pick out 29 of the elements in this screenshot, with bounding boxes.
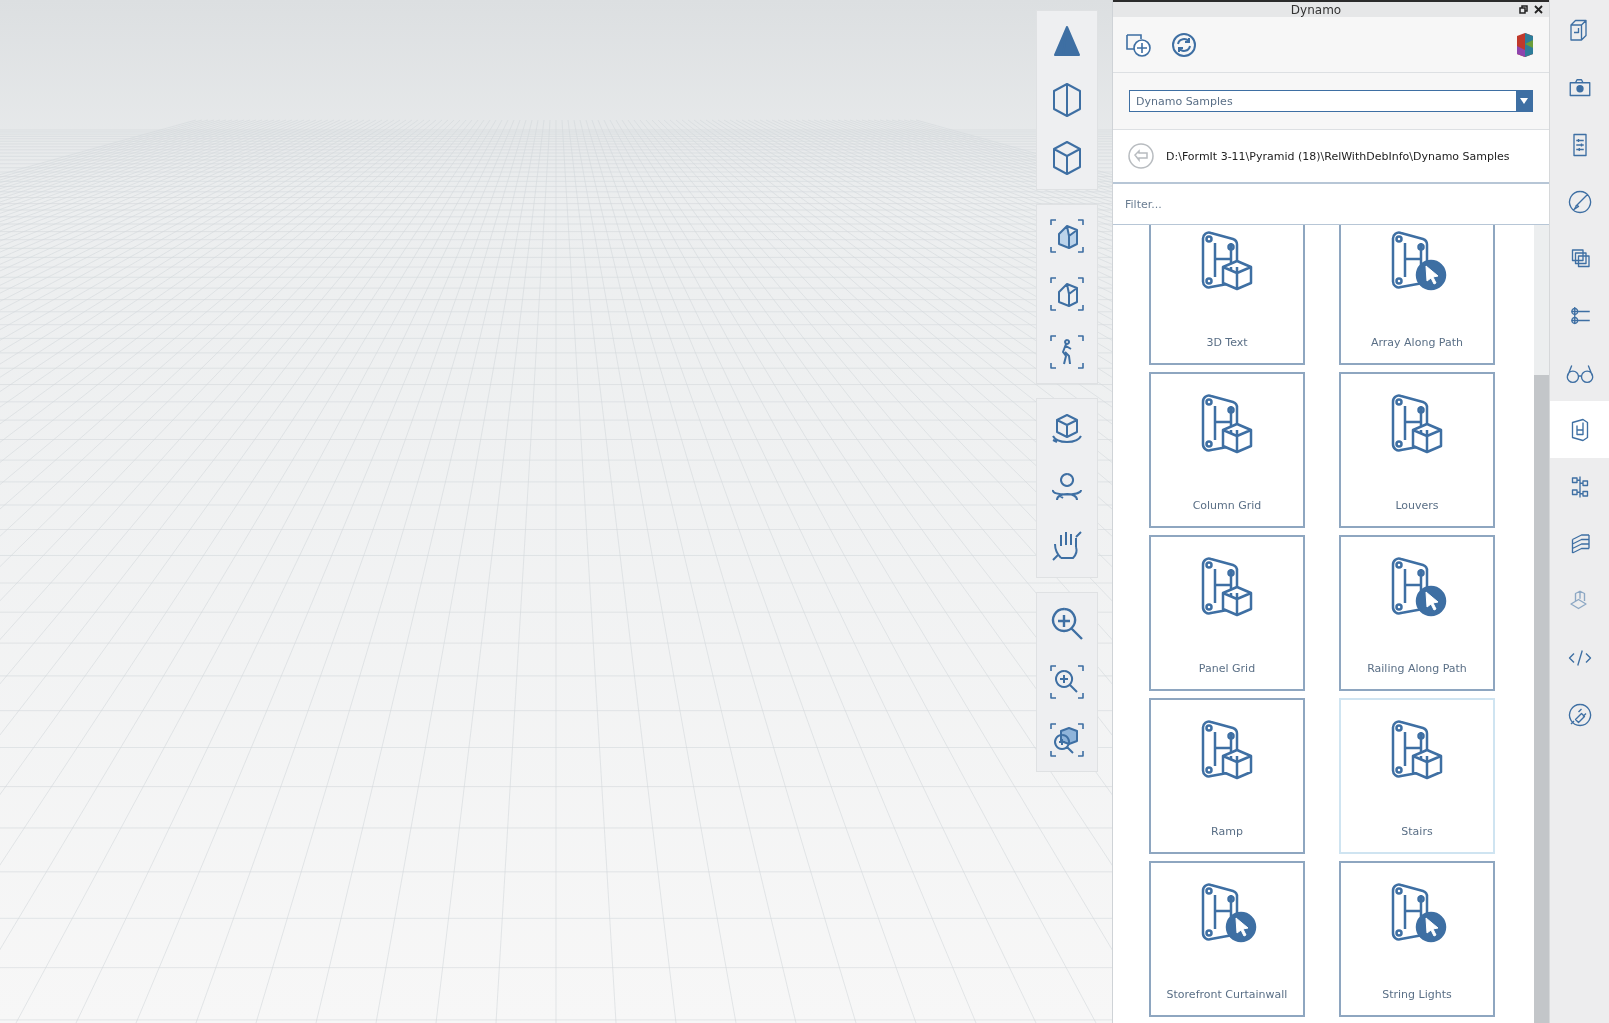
dynamo-frame-button[interactable] [1550,401,1609,458]
dropdown-value: Dynamo Samples [1135,94,1234,108]
restore-button[interactable] [1519,5,1528,14]
sample-tile[interactable]: Panel Grid [1149,535,1305,691]
sample-tile[interactable]: Stairs [1339,698,1495,854]
sample-tile[interactable]: Ramp [1149,698,1305,854]
sample-tile[interactable]: Array Along Path [1339,225,1495,365]
refresh-button[interactable] [1171,31,1197,58]
zoom-frame-icon [1047,662,1087,702]
dynamo-logo-icon [1515,31,1535,58]
sample-tile[interactable]: String Lights [1339,861,1495,1017]
house-view-icon [1047,274,1087,314]
close-button[interactable] [1534,5,1543,14]
sample-tile[interactable]: Storefront Curtainwall [1149,861,1305,1017]
refresh-icon [1171,31,1197,58]
zoom-fit-icon [1047,720,1087,760]
library-dropdown[interactable]: Dynamo Samples [1129,90,1533,112]
folder-path: D:\FormIt 3-11\Pyramid (18)\RelWithDebInfo\Dynamo Samples [1166,149,1510,163]
sample-tile[interactable]: 3D Text [1149,225,1305,365]
close-icon [1534,5,1543,14]
walking-person-icon [1047,332,1087,372]
sample-tile[interactable]: Column Grid [1149,372,1305,528]
house-view-icon [1047,216,1087,256]
sample-tile[interactable]: Louvers [1339,372,1495,528]
sample-tile[interactable]: Railing Along Path [1339,535,1495,691]
scrollbar-thumb[interactable] [1534,375,1549,1023]
panel-title: Dynamo [1289,2,1343,17]
restore-icon [1519,5,1528,14]
caret-icon [1520,98,1528,104]
